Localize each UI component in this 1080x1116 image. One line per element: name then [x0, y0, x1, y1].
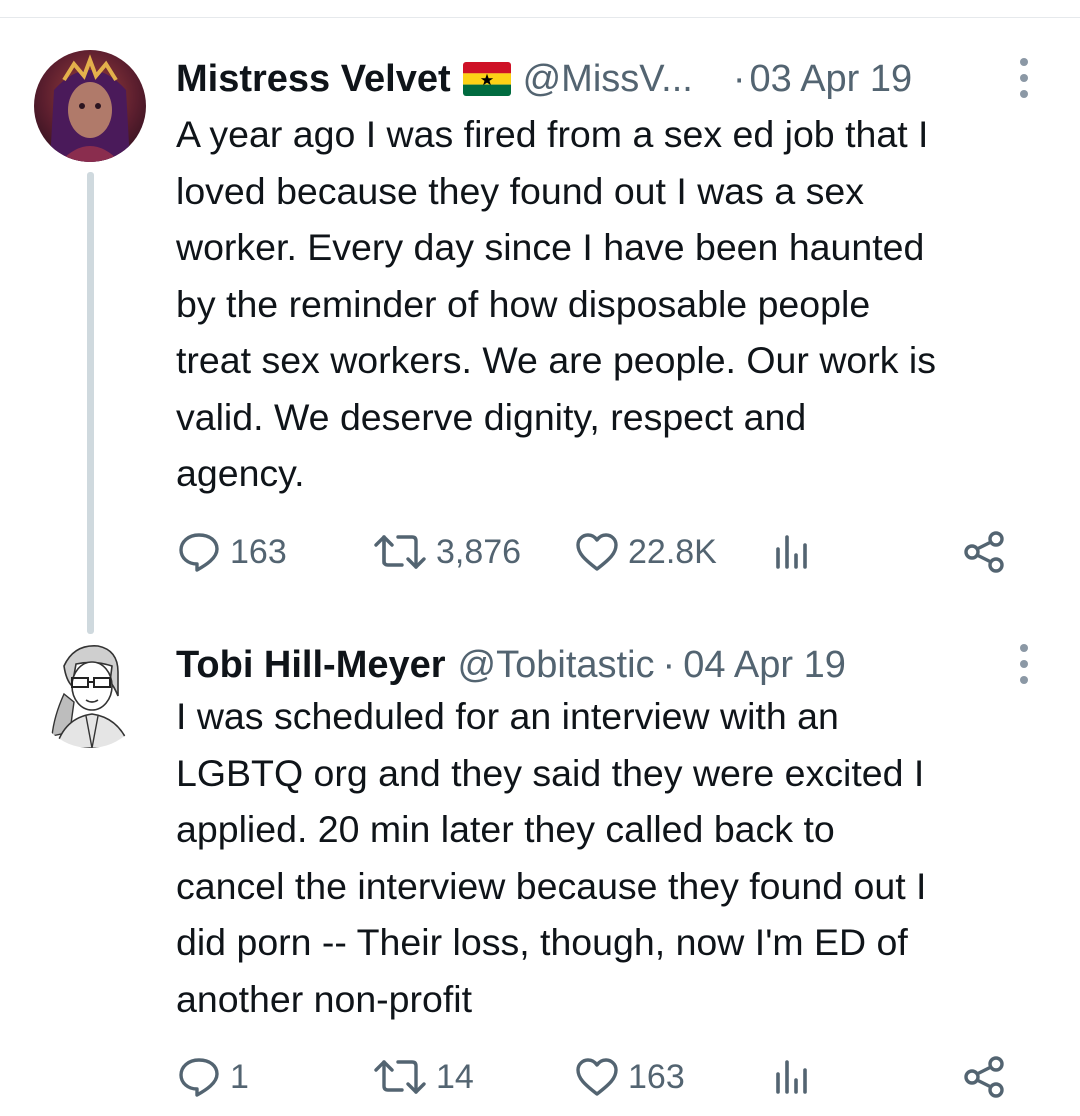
avatar[interactable] [34, 50, 146, 162]
avatar-photo-icon [34, 50, 146, 162]
avatar-sketch-icon [34, 636, 146, 748]
top-divider [0, 17, 1080, 18]
share-button[interactable] [962, 1052, 1008, 1102]
tweet-header: Mistress Velvet @MissV... · 03 Apr 19 [176, 54, 1056, 104]
tweet-actions: 1 14 163 [176, 1052, 1036, 1102]
avatar[interactable] [34, 636, 146, 748]
views-button[interactable] [772, 527, 812, 577]
retweet-button[interactable]: 3,876 [372, 527, 521, 577]
retweet-count: 3,876 [436, 532, 522, 571]
views-icon [776, 1060, 807, 1094]
tweet-text: I was scheduled for an interview with an… [176, 695, 927, 1020]
user-handle[interactable]: @MissV... [523, 54, 693, 104]
reply-button[interactable]: 163 [176, 527, 287, 577]
more-icon[interactable] [1012, 58, 1036, 98]
more-icon[interactable] [1012, 644, 1036, 684]
reply-count: 163 [230, 532, 287, 571]
separator-dot: · [662, 644, 676, 686]
reply-icon [179, 533, 219, 572]
thread-connector-line [87, 172, 94, 634]
ghana-flag-icon [462, 62, 511, 96]
display-name[interactable]: Tobi Hill-Meyer [176, 640, 446, 690]
user-handle[interactable]: @Tobitastic [458, 640, 655, 690]
like-count: 163 [628, 1057, 685, 1096]
display-name[interactable]: Mistress Velvet [176, 54, 451, 104]
retweet-icon [374, 1060, 426, 1094]
separator-dot: · [732, 58, 746, 100]
like-count: 22.8K [628, 532, 717, 571]
retweet-icon [374, 535, 426, 569]
views-button[interactable] [772, 1052, 812, 1102]
share-icon [964, 531, 1004, 573]
like-icon [576, 1058, 618, 1096]
share-button[interactable] [962, 527, 1008, 577]
reply-icon [179, 1058, 219, 1097]
reply-button[interactable]: 1 [176, 1052, 249, 1102]
retweet-button[interactable]: 14 [372, 1052, 474, 1102]
reply-count: 1 [230, 1057, 249, 1096]
tweet-actions: 163 3,876 22.8K [176, 527, 1036, 577]
tweet-header: Tobi Hill-Meyer @Tobitastic · 04 Apr 19 [176, 640, 1056, 690]
tweet-date[interactable]: 04 Apr 19 [683, 640, 846, 690]
like-button[interactable]: 163 [574, 1052, 685, 1102]
retweet-count: 14 [436, 1057, 474, 1096]
like-icon [576, 533, 618, 571]
like-button[interactable]: 22.8K [574, 527, 717, 577]
tweet-date[interactable]: 03 Apr 19 [749, 54, 912, 104]
views-icon [776, 535, 807, 569]
tweet-text: A year ago I was fired from a sex ed job… [176, 113, 936, 494]
share-icon [964, 1056, 1004, 1098]
